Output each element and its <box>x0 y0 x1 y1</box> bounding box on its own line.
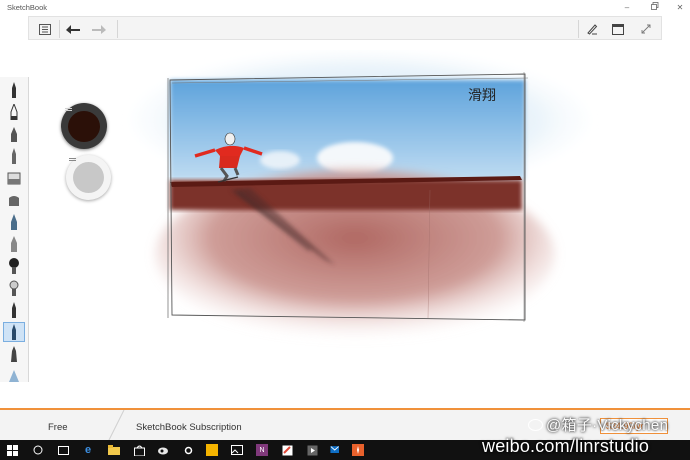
onenote-icon[interactable]: N <box>256 444 268 456</box>
sketchbook-taskbar-icon[interactable] <box>352 444 364 456</box>
tab-subscription[interactable]: SketchBook Subscription <box>136 422 242 433</box>
start-icon[interactable] <box>6 444 18 456</box>
close-icon[interactable]: ✕ <box>671 1 689 15</box>
secondary-color-puck[interactable] <box>66 155 111 200</box>
secondary-color-swatch <box>73 162 104 193</box>
photos-app-icon[interactable] <box>231 444 243 456</box>
technical-pen-brush-icon[interactable] <box>3 344 25 364</box>
app-title: SketchBook <box>7 3 48 12</box>
fullscreen-icon[interactable] <box>634 20 658 38</box>
drawing-canvas[interactable]: 滑翔 <box>120 50 600 350</box>
window-icon[interactable] <box>606 20 630 38</box>
brush-palette <box>0 77 29 382</box>
paint-brush-icon[interactable] <box>3 256 25 276</box>
title-bar: SketchBook – ✕ <box>0 0 690 16</box>
video-app-icon[interactable] <box>306 444 318 456</box>
primary-color-swatch <box>68 111 100 142</box>
artist-signature: 滑翔 <box>468 87 496 104</box>
ballpoint-brush-icon[interactable] <box>3 102 25 122</box>
chisel-brush-icon[interactable] <box>3 234 25 254</box>
main-toolbar <box>28 16 662 40</box>
undo-icon[interactable] <box>61 20 85 38</box>
weibo-logo-icon <box>528 419 543 431</box>
primary-color-puck[interactable] <box>61 103 107 149</box>
sticky-notes-icon[interactable] <box>206 444 218 456</box>
store-icon[interactable] <box>133 444 145 456</box>
fine-pen-brush-icon[interactable] <box>3 300 25 320</box>
tab-free[interactable]: Free <box>48 422 68 433</box>
task-view-icon[interactable] <box>57 444 69 456</box>
edge-browser-icon[interactable]: e <box>82 444 94 456</box>
restore-icon[interactable] <box>646 1 664 15</box>
mail-app-icon[interactable] <box>330 444 342 456</box>
marker-brush-icon[interactable] <box>3 124 25 144</box>
brush-tip-icon[interactable] <box>3 366 25 386</box>
minimize-icon[interactable]: – <box>618 1 636 15</box>
sketchbook-app: SketchBook – ✕ 滑翔 Free SketchBook Subscr… <box>0 0 690 460</box>
watermark-handle-text: @箱子·Vickychen <box>546 417 669 434</box>
eraser-brush-icon[interactable] <box>3 168 25 188</box>
watermark-handle: @箱子·Vickychen <box>528 414 668 435</box>
airbrush-brush-icon[interactable] <box>3 212 25 232</box>
selected-brush-icon[interactable] <box>3 322 25 342</box>
weibo-app-icon[interactable] <box>157 444 169 456</box>
watermark-url: weibo.com/linrstudio <box>482 436 650 456</box>
pencil-brush-icon[interactable] <box>3 80 25 100</box>
cortana-icon[interactable] <box>32 444 44 456</box>
soft-eraser-brush-icon[interactable] <box>3 190 25 210</box>
redo-icon[interactable] <box>87 20 111 38</box>
pen-settings-icon[interactable] <box>580 20 604 38</box>
paint-app-icon[interactable] <box>281 444 293 456</box>
settings-app-icon[interactable] <box>182 444 194 456</box>
smudge-brush-icon[interactable] <box>3 278 25 298</box>
layout-icon[interactable] <box>33 20 57 38</box>
inkpen-brush-icon[interactable] <box>3 146 25 166</box>
file-explorer-icon[interactable] <box>108 444 120 456</box>
